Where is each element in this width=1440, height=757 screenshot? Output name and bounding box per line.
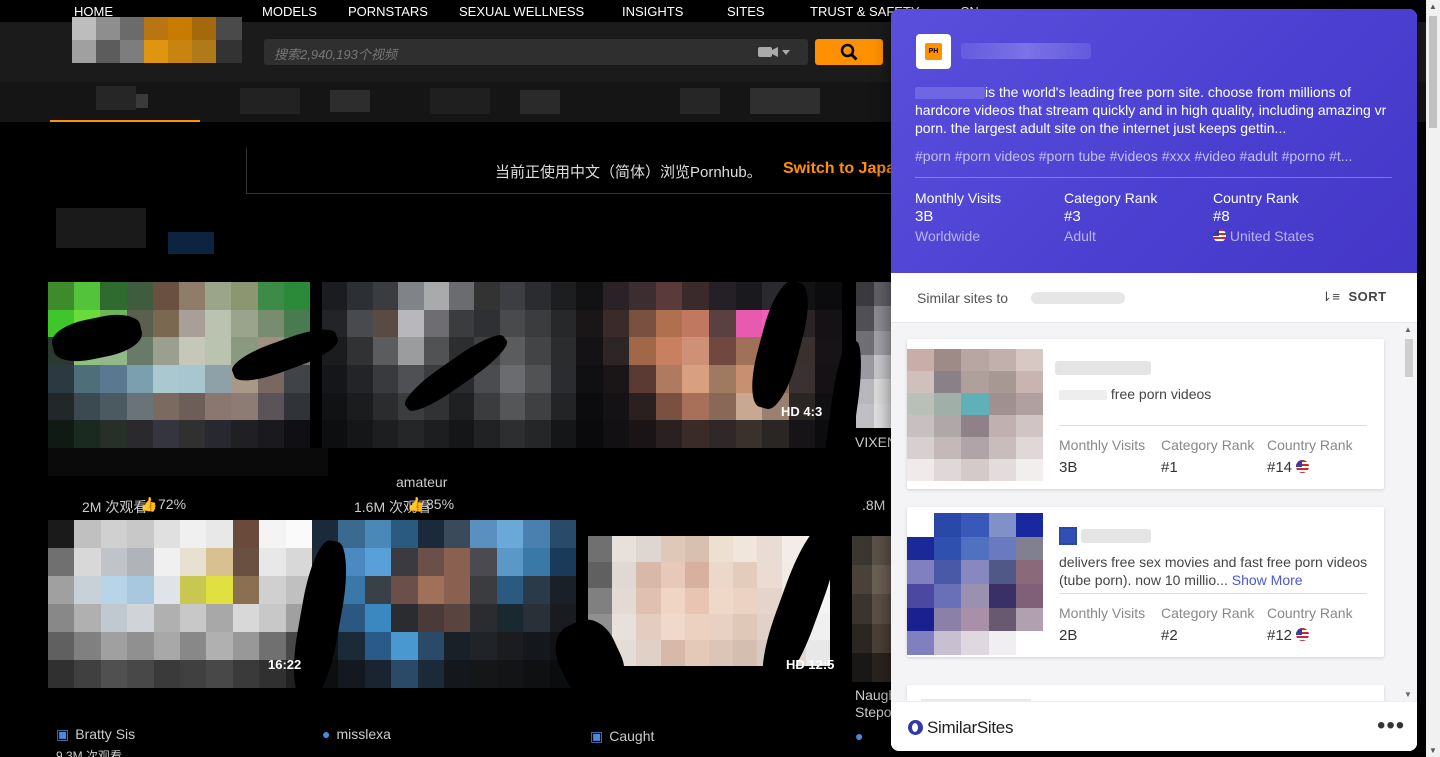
browser-viewport: HOME MODELS PORNSTARS SEXUAL WELLNESS IN… bbox=[0, 0, 1440, 757]
nav-models[interactable]: MODELS bbox=[262, 4, 317, 19]
site-name[interactable] bbox=[961, 43, 1091, 59]
page-scrollbar[interactable]: ▲ ▼ bbox=[1426, 0, 1440, 757]
video-channel[interactable]: ● bbox=[855, 728, 891, 744]
language-notice-text: 当前正使用中文（简体）浏览Pornhub。 bbox=[495, 164, 762, 181]
video-stats: 9.3M 次观看 bbox=[56, 749, 123, 757]
card-stat-monthly-visits: Monthly Visits 2B bbox=[1059, 605, 1146, 644]
card-stat-category-rank: Category Rank #2 bbox=[1161, 605, 1255, 644]
site-description: is the world's leading free porn site. c… bbox=[915, 84, 1387, 136]
video-rating: 85% bbox=[426, 496, 455, 512]
thumbs-up-icon: 👍 bbox=[407, 496, 425, 512]
more-horizontal-icon[interactable]: ••• bbox=[1377, 712, 1405, 740]
stat-category-rank: Category Rank #3 Adult bbox=[1064, 190, 1158, 244]
video-duration: HD 12:5 bbox=[786, 657, 835, 672]
similarsites-logo-icon bbox=[908, 720, 923, 735]
channel-icon: ▣ bbox=[590, 728, 604, 744]
similar-site-description: delivers free sex movies and fast free p… bbox=[1059, 554, 1368, 588]
show-more-link[interactable]: Show More bbox=[1232, 572, 1303, 588]
video-channel[interactable]: ● misslexa bbox=[322, 726, 391, 742]
section-icon bbox=[168, 232, 214, 254]
video-channel[interactable]: ▣ Bratty Sis bbox=[56, 726, 135, 743]
site-screenshot bbox=[907, 513, 1043, 655]
scroll-up-arrow-icon[interactable]: ▲ bbox=[1429, 2, 1437, 11]
video-rating: 72% bbox=[158, 496, 187, 512]
divider bbox=[915, 177, 1392, 178]
stat-monthly-visits: Monthly Visits 3B Worldwide bbox=[915, 190, 1002, 244]
us-flag-icon bbox=[1296, 628, 1310, 641]
site-favicon: PH bbox=[916, 34, 951, 69]
video-title[interactable]: VIXEN have bbox=[855, 434, 891, 450]
video-thumbnail[interactable] bbox=[852, 536, 892, 682]
language-notice: 当前正使用中文（简体）浏览Pornhub。 Switch to Japa bbox=[246, 148, 946, 194]
similar-site-name[interactable] bbox=[1055, 361, 1151, 375]
site-screenshot bbox=[907, 349, 1043, 481]
card-stat-country-rank: Country Rank #14 bbox=[1267, 437, 1353, 476]
search-icon bbox=[840, 43, 858, 61]
verified-icon: ● bbox=[322, 726, 331, 742]
video-thumbnail[interactable] bbox=[856, 282, 892, 428]
us-flag-icon bbox=[1213, 229, 1226, 242]
video-duration: 16:22 bbox=[268, 657, 302, 672]
search-button[interactable] bbox=[815, 39, 883, 65]
nav-pornstars[interactable]: PORNSTARS bbox=[348, 4, 428, 19]
site-logo[interactable] bbox=[72, 17, 242, 63]
divider bbox=[1059, 425, 1367, 426]
similar-sites-list: free porn videos Monthly Visits 3B Categ… bbox=[891, 323, 1417, 701]
video-channel[interactable]: ▣ Caught bbox=[590, 728, 654, 745]
search-placeholder: 搜索2,940,193个视频 bbox=[274, 47, 397, 62]
sort-button[interactable]: ⇂≡ SORT bbox=[1321, 289, 1387, 305]
similar-site-name[interactable] bbox=[1081, 529, 1151, 543]
popup-scroll-thumb[interactable] bbox=[1405, 339, 1413, 377]
section-heading bbox=[56, 208, 146, 248]
similar-site-card[interactable] bbox=[907, 685, 1384, 701]
similar-site-description: free porn videos bbox=[1059, 385, 1369, 403]
similar-site-card[interactable]: free porn videos Monthly Visits 3B Categ… bbox=[907, 339, 1384, 489]
sort-icon: ⇂≡ bbox=[1321, 289, 1341, 304]
similar-sites-header: Similar sites to ⇂≡ SORT bbox=[891, 273, 1417, 323]
popup-scrollbar[interactable]: ▲ ▼ bbox=[1401, 325, 1415, 699]
scroll-down-arrow-icon[interactable]: ▼ bbox=[1404, 690, 1412, 699]
site-tags: #porn #porn videos #porn tube #videos #x… bbox=[915, 148, 1353, 164]
popup-footer: SimilarSites ••• bbox=[891, 701, 1417, 751]
card-stat-country-rank: Country Rank #12 bbox=[1267, 605, 1353, 644]
scroll-up-arrow-icon[interactable]: ▲ bbox=[1404, 325, 1412, 334]
nav-sexual-wellness[interactable]: SEXUAL WELLNESS bbox=[459, 4, 584, 19]
similar-site-card[interactable]: delivers free sex movies and fast free p… bbox=[907, 507, 1384, 657]
camera-icon[interactable] bbox=[758, 45, 792, 62]
stat-country-rank: Country Rank #8 United States bbox=[1213, 190, 1314, 244]
nav-insights[interactable]: INSIGHTS bbox=[622, 4, 683, 19]
video-stats: 2M 次观看 bbox=[82, 499, 148, 515]
thumbs-up-icon: 👍 bbox=[140, 496, 158, 512]
search-input[interactable]: 搜索2,940,193个视频 bbox=[264, 39, 808, 65]
page-scroll-thumb[interactable] bbox=[1429, 16, 1437, 128]
divider bbox=[1059, 593, 1367, 594]
video-channel[interactable]: amateur bbox=[396, 474, 447, 490]
site-overview: PH is the world's leading free porn site… bbox=[891, 9, 1417, 273]
card-stat-category-rank: Category Rank #1 bbox=[1161, 437, 1255, 476]
card-stat-monthly-visits: Monthly Visits 3B bbox=[1059, 437, 1146, 476]
verified-icon: ● bbox=[855, 728, 864, 744]
channel-icon: ▣ bbox=[56, 726, 70, 742]
similar-site-favicon bbox=[1059, 527, 1077, 545]
active-tab-indicator bbox=[50, 120, 200, 122]
scroll-down-arrow-icon[interactable]: ▼ bbox=[1429, 746, 1437, 755]
similarsites-logo[interactable]: SimilarSites bbox=[908, 718, 1013, 738]
similar-sites-domain bbox=[1031, 292, 1125, 304]
nav-sites[interactable]: SITES bbox=[727, 4, 765, 19]
video-duration: HD 4:3 bbox=[781, 404, 823, 419]
similarsites-popup: PH is the world's leading free porn site… bbox=[891, 9, 1417, 751]
video-title[interactable]: Naughty Stepo bbox=[855, 687, 891, 721]
switch-language-link[interactable]: Switch to Japa bbox=[783, 160, 895, 178]
us-flag-icon bbox=[1296, 460, 1310, 473]
similar-sites-title: Similar sites to bbox=[917, 290, 1009, 306]
video-stats: .8M bbox=[862, 497, 886, 513]
video-thumbnail[interactable] bbox=[312, 520, 576, 688]
